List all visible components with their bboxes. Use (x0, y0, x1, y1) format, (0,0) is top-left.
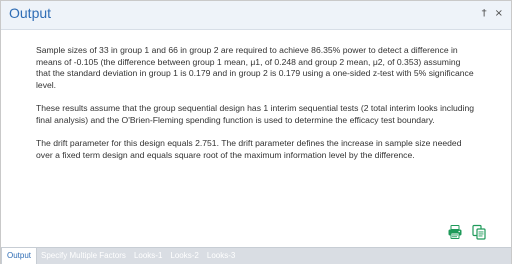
tab-looks-3[interactable]: Looks-3 (203, 248, 239, 264)
report-text: Sample sizes of 33 in group 1 and 66 in … (36, 45, 476, 173)
bottom-tab-bar: Output Specify Multiple Factors Looks-1 … (1, 247, 511, 264)
title-controls: † × (482, 8, 503, 20)
title-bar: Output † × (1, 1, 511, 30)
close-icon[interactable]: × (495, 8, 503, 20)
printer-icon[interactable] (447, 224, 463, 240)
output-content: Sample sizes of 33 in group 1 and 66 in … (1, 30, 511, 247)
copy-icon[interactable] (471, 224, 487, 240)
output-actions (447, 224, 487, 240)
report-paragraph-3: The drift parameter for this design equa… (36, 138, 462, 160)
report-paragraph-2: These results assume that the group sequ… (36, 103, 475, 125)
tab-looks-2[interactable]: Looks-2 (166, 248, 202, 264)
output-window: Output † × Sample sizes of 33 in group 1… (0, 0, 512, 264)
pin-icon[interactable]: † (482, 8, 487, 20)
tab-specify-multiple-factors[interactable]: Specify Multiple Factors (37, 248, 130, 264)
tab-looks-1[interactable]: Looks-1 (130, 248, 166, 264)
report-paragraph-1: Sample sizes of 33 in group 1 and 66 in … (36, 45, 474, 90)
tab-output[interactable]: Output (1, 248, 38, 264)
window-title: Output (9, 5, 52, 21)
